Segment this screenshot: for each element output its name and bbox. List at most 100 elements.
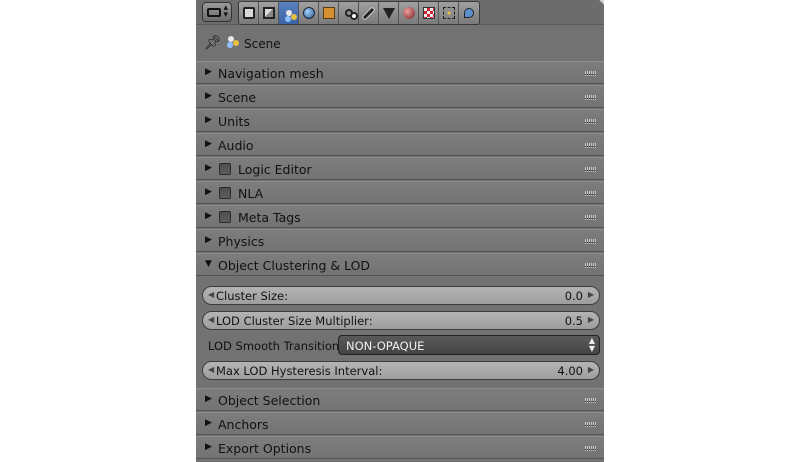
particles-icon (442, 7, 455, 19)
drag-handle-icon[interactable] (585, 143, 597, 148)
drag-handle-icon[interactable] (585, 95, 597, 100)
panel-label: Object Selection (218, 393, 321, 408)
panel-label: Anchors (218, 417, 269, 432)
drag-handle-icon[interactable] (585, 398, 597, 403)
modifiers-icon (362, 7, 375, 19)
tab-scene[interactable] (279, 2, 299, 24)
scene-icon (285, 10, 292, 16)
enable-checkbox[interactable] (219, 211, 231, 223)
panel-meta-tags[interactable]: ▶ Meta Tags (196, 205, 604, 228)
field-value: 4.00 (557, 364, 583, 378)
tab-render-layers[interactable] (259, 2, 279, 24)
drag-handle-icon[interactable] (585, 263, 597, 268)
render-icon (242, 7, 255, 19)
area-split-corner[interactable] (596, 0, 604, 8)
properties-editor: ▴ ▾ 📌︎ Scene ▶ Navigation mesh ▶ Scene ▶… (196, 0, 604, 462)
panel-label: Navigation mesh (218, 66, 324, 81)
expand-arrow-icon[interactable]: ▶ (205, 394, 212, 404)
drag-handle-icon[interactable] (585, 191, 597, 196)
enable-checkbox[interactable] (219, 163, 231, 175)
drag-handle-icon[interactable] (585, 215, 597, 220)
editor-type-menu[interactable]: ▴ ▾ (202, 2, 232, 22)
increment-arrow-icon[interactable]: ▶ (588, 315, 594, 324)
panel-logic-editor[interactable]: ▶ Logic Editor (196, 157, 604, 180)
panel-anchors[interactable]: ▶ Anchors (196, 412, 604, 435)
expand-arrow-icon[interactable]: ▶ (205, 187, 212, 197)
panel-label: Units (218, 114, 250, 129)
expand-arrow-icon[interactable]: ▶ (205, 418, 212, 428)
tab-material[interactable] (399, 2, 419, 24)
tab-modifiers[interactable] (359, 2, 379, 24)
field-value: 0.5 (564, 314, 583, 328)
tab-particles[interactable] (439, 2, 459, 24)
panel-nla[interactable]: ▶ NLA (196, 181, 604, 204)
max-lod-hysteresis-interval-field[interactable]: ◀ Max LOD Hysteresis Interval: 4.00 ▶ (202, 361, 600, 380)
panel-export-options[interactable]: ▶ Export Options (196, 436, 604, 459)
increment-arrow-icon[interactable]: ▶ (588, 290, 594, 299)
panel-navigation-mesh[interactable]: ▶ Navigation mesh (196, 61, 604, 84)
decrement-arrow-icon[interactable]: ◀ (208, 315, 214, 324)
object-icon (322, 7, 335, 19)
pin-icon[interactable]: 📌︎ (204, 35, 222, 51)
lod-cluster-size-multiplier-field[interactable]: ◀ LOD Cluster Size Multiplier: 0.5 ▶ (202, 311, 600, 330)
panel-label: NLA (238, 186, 264, 201)
properties-header: ▴ ▾ (196, 0, 604, 25)
tab-constraints[interactable] (339, 2, 359, 24)
expand-arrow-icon[interactable]: ▶ (205, 139, 212, 149)
tab-object[interactable] (319, 2, 339, 24)
material-icon (402, 7, 415, 19)
decrement-arrow-icon[interactable]: ◀ (208, 290, 214, 299)
select-value: NON-OPAQUE (346, 339, 425, 353)
expand-arrow-icon[interactable]: ▶ (205, 115, 212, 125)
context-path: 📌︎ Scene (196, 31, 604, 55)
tab-render[interactable] (239, 2, 259, 24)
enable-checkbox[interactable] (219, 187, 231, 199)
panel-label: Scene (218, 90, 257, 105)
object-data-icon (382, 7, 395, 19)
properties-editor-icon (207, 8, 221, 17)
increment-arrow-icon[interactable]: ▶ (588, 365, 594, 374)
expand-arrow-icon[interactable]: ▶ (205, 163, 212, 173)
panel-label: Physics (218, 234, 265, 249)
panel-object-selection[interactable]: ▶ Object Selection (196, 388, 604, 411)
drag-handle-icon[interactable] (585, 422, 597, 427)
lod-smooth-transitions-label: LOD Smooth Transitions: (208, 339, 350, 353)
expand-arrow-icon[interactable]: ▶ (205, 67, 212, 77)
cluster-size-field[interactable]: ◀ Cluster Size: 0.0 ▶ (202, 286, 600, 305)
dropdown-arrows-icon: ▲ ▼ (588, 336, 595, 353)
decrement-arrow-icon[interactable]: ◀ (208, 365, 214, 374)
tab-texture[interactable] (419, 2, 439, 24)
panel-audio[interactable]: ▶ Audio (196, 133, 604, 156)
world-icon (302, 7, 315, 19)
field-value: 0.0 (564, 289, 583, 303)
panel-label: Logic Editor (238, 162, 312, 177)
panel-label: Meta Tags (238, 210, 301, 225)
field-label: Max LOD Hysteresis Interval: (216, 364, 383, 378)
dropdown-arrows-icon: ▴ ▾ (223, 3, 228, 20)
drag-handle-icon[interactable] (585, 119, 597, 124)
expand-arrow-icon[interactable]: ▶ (205, 211, 212, 221)
drag-handle-icon[interactable] (585, 446, 597, 451)
drag-handle-icon[interactable] (585, 167, 597, 172)
drag-handle-icon[interactable] (585, 71, 597, 76)
lod-smooth-transitions-select[interactable]: NON-OPAQUE ▲ ▼ (338, 335, 600, 355)
render-layers-icon (262, 7, 275, 19)
field-label: Cluster Size: (216, 289, 288, 303)
expand-arrow-icon[interactable]: ▶ (205, 442, 212, 452)
tab-physics[interactable] (459, 2, 479, 24)
expand-arrow-icon[interactable]: ▶ (205, 91, 212, 101)
drag-handle-icon[interactable] (585, 239, 597, 244)
panel-scene[interactable]: ▶ Scene (196, 85, 604, 108)
panel-units[interactable]: ▶ Units (196, 109, 604, 132)
panel-label: Export Options (218, 441, 312, 456)
expand-arrow-icon[interactable]: ▶ (205, 235, 212, 245)
panel-label: Audio (218, 138, 254, 153)
panel-physics[interactable]: ▶ Physics (196, 229, 604, 252)
panel-label: Object Clustering & LOD (218, 258, 371, 273)
panel-object-clustering-lod[interactable]: ▼ Object Clustering & LOD (196, 253, 604, 276)
constraints-icon (344, 9, 353, 17)
field-label: LOD Cluster Size Multiplier: (216, 314, 373, 328)
tab-world[interactable] (299, 2, 319, 24)
collapse-arrow-icon[interactable]: ▼ (205, 259, 212, 269)
tab-object-data[interactable] (379, 2, 399, 24)
